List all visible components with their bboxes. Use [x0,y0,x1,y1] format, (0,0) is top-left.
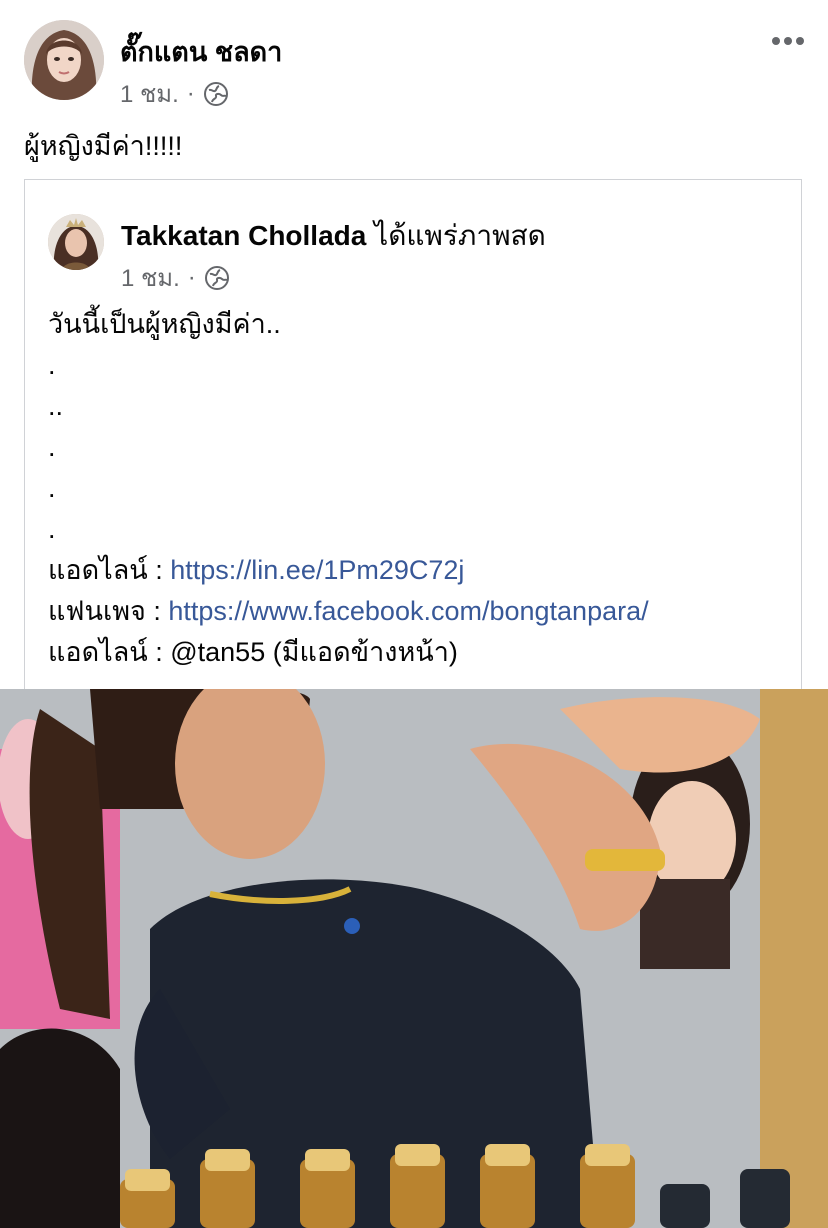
dots-line: . [48,350,56,380]
fanpage-link-row: แฟนเพจ : https://www.facebook.com/bongta… [48,591,798,632]
globe-icon [203,81,228,106]
post-meta: 1 ชม. · [120,74,229,113]
more-options-icon[interactable] [764,26,812,56]
author-photo [24,20,104,100]
dots-line: .. [48,391,64,421]
video-frame [0,689,828,1228]
shared-action: ได้แพร่ภาพสด [374,220,546,251]
fanpage-link[interactable]: https://www.facebook.com/bongtanpara/ [168,596,648,626]
shared-meta: 1 ชม. · [121,258,230,297]
author-name[interactable]: ตั๊กแตน ชลดา [120,30,282,73]
live-video-player[interactable] [0,689,828,1228]
shared-author-avatar[interactable] [48,214,104,270]
globe-icon [204,265,229,290]
line-link[interactable]: https://lin.ee/1Pm29C72j [170,555,464,585]
shared-author-photo [48,214,104,270]
shared-caption: วันนี้เป็นผู้หญิงมีค่า.. . .. . . . แอดไ… [48,304,798,673]
dots-line: . [48,473,56,503]
fanpage-label: แฟนเพจ : [48,596,169,626]
post-text: ผู้หญิงมีค่า!!!!! [24,131,183,161]
line-label: แอดไลน์ : [48,555,171,585]
meta-separator: · [186,79,195,107]
dots-line: . [48,514,56,544]
author-avatar[interactable] [24,20,104,100]
post-timestamp[interactable]: 1 ชม. [120,74,179,113]
caption-line: วันนี้เป็นผู้หญิงมีค่า.. [48,309,281,339]
shared-author-name[interactable]: Takkatan Chollada [121,220,366,251]
dots-line: . [48,432,56,462]
line-id-text: แอดไลน์ : @tan55 (มีแอดข้างหน้า) [48,637,458,667]
shared-timestamp[interactable]: 1 ชม. [121,258,180,297]
line-link-row: แอดไลน์ : https://lin.ee/1Pm29C72j [48,550,798,591]
meta-separator: · [187,263,196,291]
shared-header: Takkatan Chollada ได้แพร่ภาพสด [121,214,546,258]
